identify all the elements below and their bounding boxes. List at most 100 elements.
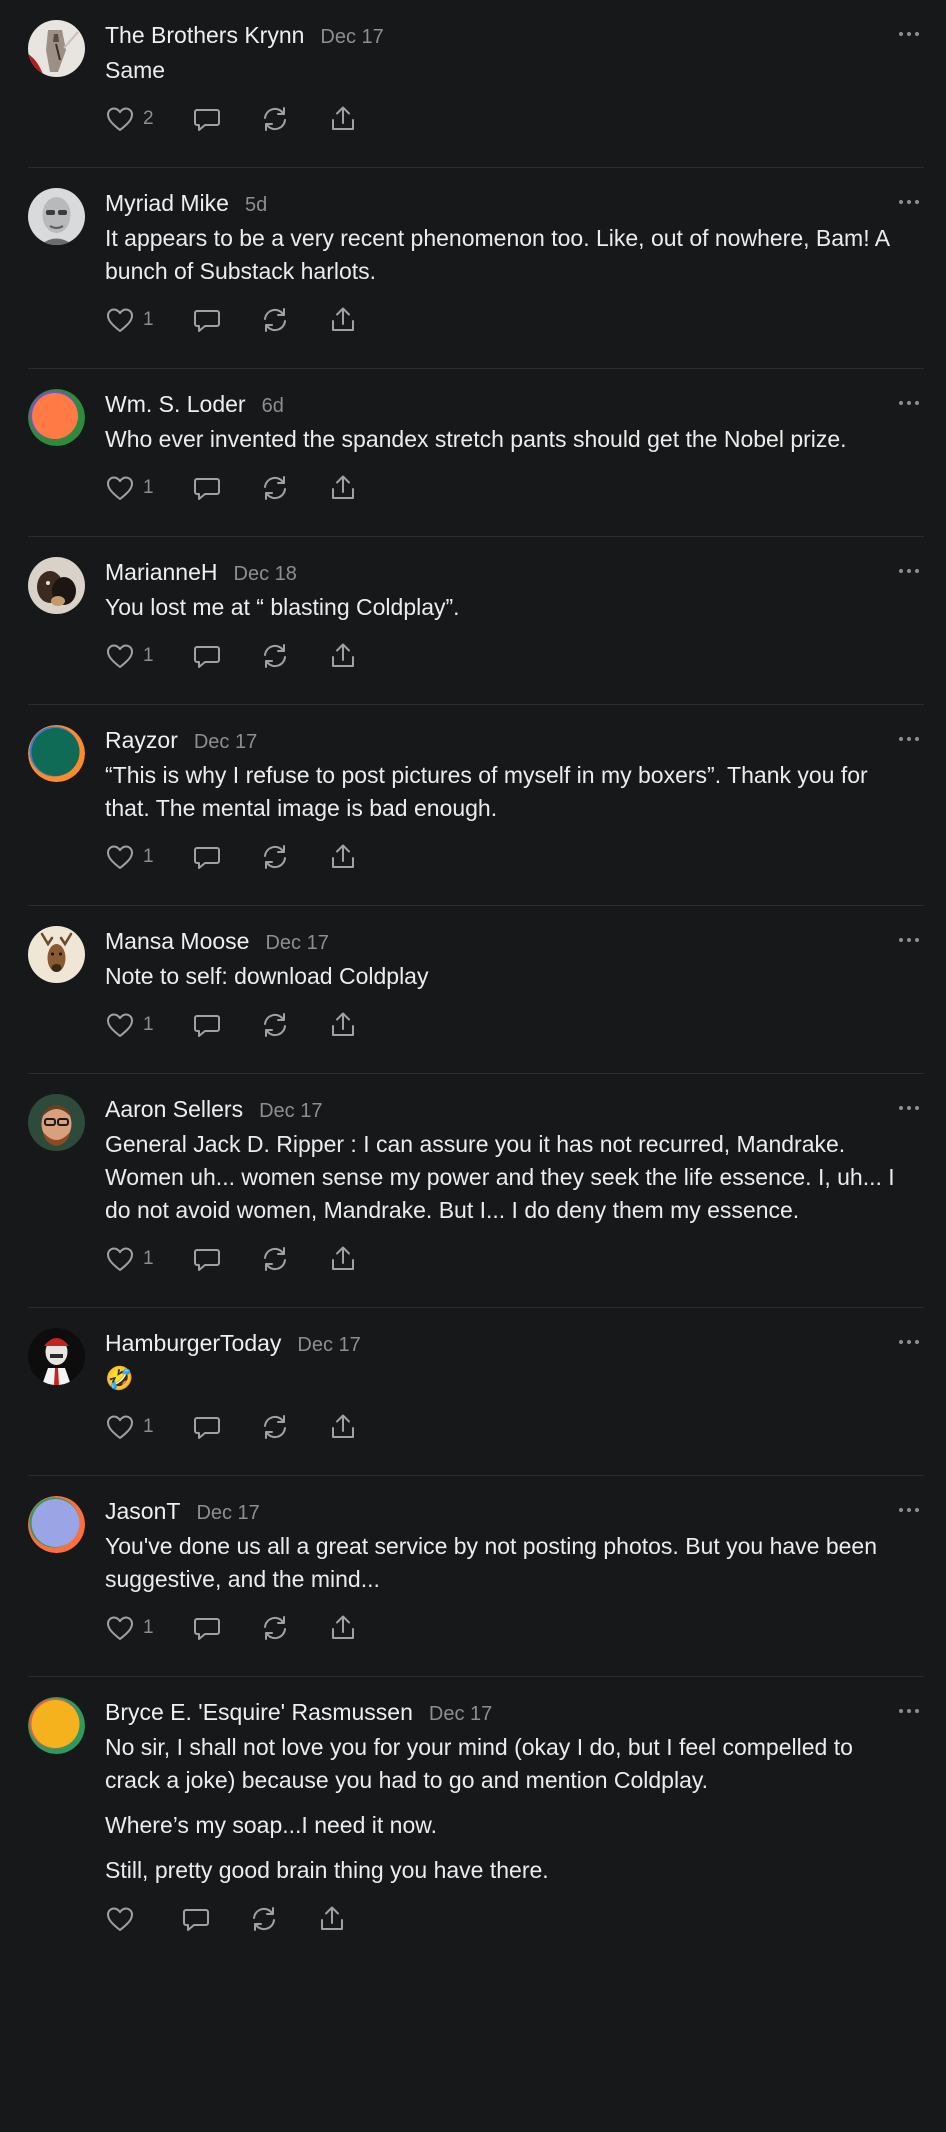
reply-button[interactable] — [192, 1010, 222, 1040]
comment-paragraph: Note to self: download Coldplay — [105, 963, 429, 989]
more-dots-icon[interactable] — [898, 194, 920, 204]
author-name[interactable]: Mansa Moose — [105, 928, 249, 955]
restack-icon — [260, 305, 290, 335]
comment: Bryce E. 'Esquire' Rasmussen Dec 17 No s… — [28, 1677, 924, 1939]
avatar[interactable] — [28, 1697, 85, 1754]
avatar[interactable] — [28, 725, 85, 782]
like-count: 1 — [143, 1617, 154, 1638]
restack-button[interactable] — [249, 1904, 279, 1934]
more-dots-icon[interactable] — [898, 932, 920, 942]
share-button[interactable] — [328, 104, 358, 134]
reply-button[interactable] — [192, 1244, 222, 1274]
author-name[interactable]: MarianneH — [105, 559, 218, 586]
comment: JasonT Dec 17 You've done us all a great… — [28, 1476, 924, 1677]
reply-button[interactable] — [192, 473, 222, 503]
reply-button[interactable] — [181, 1904, 211, 1934]
comment-date[interactable]: Dec 17 — [429, 1703, 492, 1726]
comment-date[interactable]: Dec 17 — [297, 1334, 360, 1357]
share-icon — [328, 1244, 358, 1274]
avatar[interactable] — [28, 389, 85, 446]
comment-actions: 1 — [105, 636, 914, 676]
author-name[interactable]: Myriad Mike — [105, 190, 229, 217]
like-button[interactable]: 1 — [105, 1244, 154, 1274]
like-button[interactable]: 1 — [105, 842, 154, 872]
like-button[interactable]: 2 — [105, 104, 154, 134]
share-button[interactable] — [328, 473, 358, 503]
more-dots-icon[interactable] — [898, 563, 920, 573]
share-button[interactable] — [317, 1904, 347, 1934]
comment-date[interactable]: Dec 17 — [259, 1100, 322, 1123]
comment-date[interactable]: Dec 17 — [265, 932, 328, 955]
like-button[interactable]: 1 — [105, 641, 154, 671]
reply-button[interactable] — [192, 1412, 222, 1442]
like-button[interactable]: 1 — [105, 305, 154, 335]
author-name[interactable]: Rayzor — [105, 727, 178, 754]
avatar[interactable] — [28, 20, 85, 77]
comment-paragraph: You've done us all a great service by no… — [105, 1533, 878, 1592]
more-dots-icon[interactable] — [898, 395, 920, 405]
comment-date[interactable]: 5d — [245, 194, 267, 217]
restack-button[interactable] — [260, 1412, 290, 1442]
restack-button[interactable] — [260, 1613, 290, 1643]
comment-text: You've done us all a great service by no… — [105, 1530, 914, 1596]
restack-button[interactable] — [260, 1010, 290, 1040]
comment-text: Who ever invented the spandex stretch pa… — [105, 423, 914, 456]
avatar[interactable] — [28, 188, 85, 245]
share-button[interactable] — [328, 641, 358, 671]
share-icon — [328, 1412, 358, 1442]
avatar[interactable] — [28, 1496, 85, 1553]
restack-button[interactable] — [260, 473, 290, 503]
restack-button[interactable] — [260, 842, 290, 872]
share-button[interactable] — [328, 1412, 358, 1442]
comment-actions: 1 — [105, 1239, 914, 1279]
like-button[interactable]: 1 — [105, 1412, 154, 1442]
comment-date[interactable]: Dec 17 — [320, 26, 383, 49]
more-dots-icon[interactable] — [898, 26, 920, 36]
comment-actions: 1 — [105, 1407, 914, 1447]
like-button[interactable] — [105, 1904, 143, 1934]
share-button[interactable] — [328, 1613, 358, 1643]
share-button[interactable] — [328, 1244, 358, 1274]
like-button[interactable]: 1 — [105, 1010, 154, 1040]
author-name[interactable]: Aaron Sellers — [105, 1096, 243, 1123]
share-icon — [328, 1010, 358, 1040]
share-button[interactable] — [328, 1010, 358, 1040]
restack-button[interactable] — [260, 1244, 290, 1274]
reply-button[interactable] — [192, 1613, 222, 1643]
share-button[interactable] — [328, 842, 358, 872]
comment-date[interactable]: Dec 18 — [234, 563, 297, 586]
reply-button[interactable] — [192, 305, 222, 335]
more-dots-icon[interactable] — [898, 1703, 920, 1713]
reply-button[interactable] — [192, 641, 222, 671]
comment-paragraph: Still, pretty good brain thing you have … — [105, 1857, 549, 1883]
comment-date[interactable]: Dec 17 — [194, 731, 257, 754]
comment-bubble-icon — [181, 1904, 211, 1934]
comment-date[interactable]: 6d — [262, 395, 284, 418]
comment-bubble-icon — [192, 1244, 222, 1274]
more-dots-icon[interactable] — [898, 1334, 920, 1344]
comment-date[interactable]: Dec 17 — [196, 1502, 259, 1525]
reply-button[interactable] — [192, 842, 222, 872]
avatar[interactable] — [28, 557, 85, 614]
avatar[interactable] — [28, 1328, 85, 1385]
author-name[interactable]: The Brothers Krynn — [105, 22, 304, 49]
author-name[interactable]: Wm. S. Loder — [105, 391, 246, 418]
like-button[interactable]: 1 — [105, 473, 154, 503]
restack-icon — [249, 1904, 279, 1934]
author-name[interactable]: Bryce E. 'Esquire' Rasmussen — [105, 1699, 413, 1726]
restack-icon — [260, 1244, 290, 1274]
avatar[interactable] — [28, 1094, 85, 1151]
like-button[interactable]: 1 — [105, 1613, 154, 1643]
avatar[interactable] — [28, 926, 85, 983]
author-name[interactable]: HamburgerToday — [105, 1330, 281, 1357]
more-dots-icon[interactable] — [898, 1502, 920, 1512]
restack-button[interactable] — [260, 104, 290, 134]
share-button[interactable] — [328, 305, 358, 335]
reply-button[interactable] — [192, 104, 222, 134]
more-dots-icon[interactable] — [898, 731, 920, 741]
restack-button[interactable] — [260, 641, 290, 671]
restack-button[interactable] — [260, 305, 290, 335]
more-dots-icon[interactable] — [898, 1100, 920, 1110]
author-name[interactable]: JasonT — [105, 1498, 180, 1525]
comment-actions: 2 — [105, 99, 914, 139]
